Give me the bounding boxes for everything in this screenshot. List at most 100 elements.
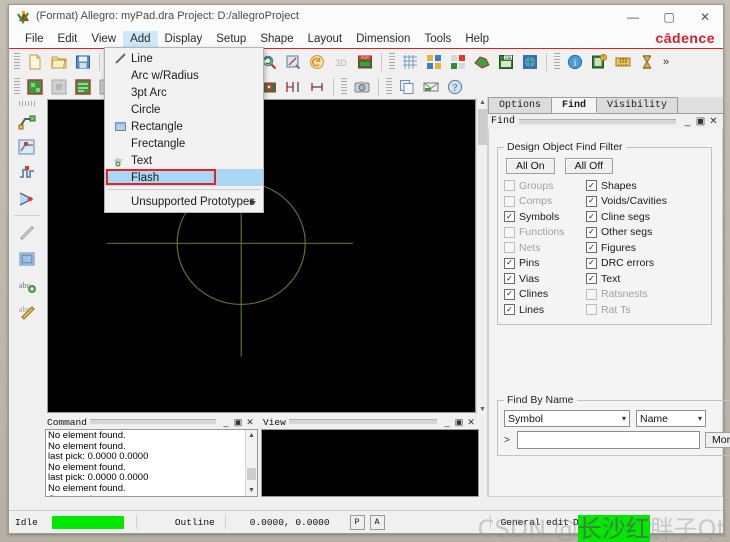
dim-vertical-icon[interactable] xyxy=(282,76,304,97)
copy-icon[interactable] xyxy=(396,76,418,97)
menu-tools[interactable]: Tools xyxy=(417,31,458,47)
menu-layout[interactable]: Layout xyxy=(301,31,350,47)
checkbox-figures[interactable]: ✓ Figures xyxy=(586,240,668,256)
menu-item-line[interactable]: Line xyxy=(105,50,263,67)
vertex-icon[interactable] xyxy=(14,186,40,211)
find-name-input[interactable] xyxy=(517,431,700,449)
subclass-icon[interactable] xyxy=(447,51,469,72)
checkbox-comps[interactable]: Comps xyxy=(504,194,586,210)
toolbar-grip[interactable] xyxy=(14,78,20,95)
undo-icon[interactable] xyxy=(306,51,328,72)
padstack-edit-icon[interactable] xyxy=(72,76,94,97)
view-dock-float[interactable]: ▣ xyxy=(453,417,465,428)
menu-add[interactable]: Add xyxy=(123,31,158,47)
redraw-icon[interactable] xyxy=(282,51,304,72)
checkbox-rat-ts[interactable]: Rat Ts xyxy=(586,302,668,318)
checkbox-cline-segs[interactable]: ✓ Cline segs xyxy=(586,209,668,225)
checkbox-symbols[interactable]: ✓ Symbols xyxy=(504,209,586,225)
shape-icon[interactable] xyxy=(471,51,493,72)
menu-item-arc-w-radius[interactable]: Arc w/Radius xyxy=(105,67,263,84)
color-visibility-icon[interactable] xyxy=(423,51,445,72)
command-prompt-line[interactable]: Command > xyxy=(48,494,244,496)
checkbox-functions[interactable]: Functions xyxy=(504,225,586,241)
menu-item-frectangle[interactable]: Frectangle xyxy=(105,135,263,152)
menu-item-text[interactable]: abc Text xyxy=(105,152,263,169)
scroll-down-arrow[interactable]: ▼ xyxy=(246,485,257,496)
toolbar-grip[interactable] xyxy=(386,78,392,95)
checkbox-pins[interactable]: ✓ Pins xyxy=(504,256,586,272)
measure-icon[interactable]: 123 xyxy=(612,51,634,72)
add-rectangle-icon[interactable] xyxy=(14,246,40,271)
menu-dimension[interactable]: Dimension xyxy=(349,31,417,47)
checkbox-nets[interactable]: Nets xyxy=(504,240,586,256)
all-off-button[interactable]: All Off xyxy=(564,158,613,174)
minimize-button[interactable]: — xyxy=(615,5,651,29)
view-dock-close[interactable]: ✕ xyxy=(465,417,477,428)
command-dock-minimize[interactable]: _ xyxy=(220,417,232,427)
find-dock-close[interactable]: ✕ xyxy=(707,116,720,127)
save-icon[interactable] xyxy=(72,51,94,72)
menu-help[interactable]: Help xyxy=(458,31,496,47)
view-dock-minimize[interactable]: _ xyxy=(441,417,453,427)
menu-item-rectangle[interactable]: Rectangle xyxy=(105,118,263,135)
checkbox-shapes[interactable]: ✓ Shapes xyxy=(586,178,668,194)
toolbar-overflow-button[interactable]: » xyxy=(659,56,673,68)
padstack-disabled-icon[interactable] xyxy=(48,76,70,97)
scroll-thumb[interactable] xyxy=(478,109,487,145)
menu-file[interactable]: File xyxy=(18,31,51,47)
toolbar-grip[interactable] xyxy=(389,53,395,70)
slide-icon[interactable] xyxy=(14,134,40,159)
mail-icon[interactable] xyxy=(420,76,442,97)
maximize-button[interactable]: ▢ xyxy=(651,5,687,29)
drc-icon[interactable]: ! xyxy=(588,51,610,72)
toolbar-grip[interactable] xyxy=(14,53,20,70)
all-on-button[interactable]: All On xyxy=(506,158,555,174)
toolbar-grip[interactable] xyxy=(341,78,347,95)
menu-edit[interactable]: Edit xyxy=(51,31,85,47)
help-icon[interactable]: ? xyxy=(444,76,466,97)
find-dock-float[interactable]: ▣ xyxy=(694,116,707,127)
add-connect-icon[interactable] xyxy=(14,108,40,133)
checkbox-other-segs[interactable]: ✓ Other segs xyxy=(586,225,668,241)
constraint-manager-icon[interactable]: CM xyxy=(495,51,517,72)
delay-tune-icon[interactable] xyxy=(14,160,40,185)
more-button[interactable]: More... xyxy=(705,432,730,448)
find-dock-minimize[interactable]: _ xyxy=(681,116,694,127)
scroll-up-arrow[interactable]: ▲ xyxy=(246,430,257,441)
menu-display[interactable]: Display xyxy=(158,31,210,47)
menu-shape[interactable]: Shape xyxy=(253,31,300,47)
checkbox-vias[interactable]: ✓ Vias xyxy=(504,271,586,287)
new-file-icon[interactable] xyxy=(24,51,46,72)
checkbox-groups[interactable]: Groups xyxy=(504,178,586,194)
scroll-thumb[interactable] xyxy=(247,468,256,480)
open-file-icon[interactable] xyxy=(48,51,70,72)
checkbox-clines[interactable]: ✓ Clines xyxy=(504,287,586,303)
dim-horizontal-icon[interactable] xyxy=(306,76,328,97)
menu-setup[interactable]: Setup xyxy=(209,31,253,47)
checkbox-lines[interactable]: ✓ Lines xyxy=(504,302,586,318)
tab-options[interactable]: Options xyxy=(488,97,553,113)
world-view-icon[interactable] xyxy=(519,51,541,72)
grid-toggle-icon[interactable] xyxy=(399,51,421,72)
checkbox-voids-cavities[interactable]: ✓ Voids/Cavities xyxy=(586,194,668,210)
snapshot-icon[interactable] xyxy=(351,76,373,97)
menu-item-3pt-arc[interactable]: 3pt Arc xyxy=(105,84,263,101)
edit-text-icon[interactable]: abc xyxy=(14,298,40,323)
object-type-select[interactable]: Symbol ▾ xyxy=(504,410,630,427)
add-line-icon[interactable] xyxy=(14,220,40,245)
toolbar-grip[interactable] xyxy=(554,53,560,70)
close-button[interactable]: ✕ xyxy=(687,5,723,29)
world-view-preview[interactable] xyxy=(261,429,479,497)
name-scope-select[interactable]: Name ▾ xyxy=(636,410,706,427)
view-3d-icon[interactable]: 3D xyxy=(330,51,352,72)
tab-visibility[interactable]: Visibility xyxy=(597,97,679,113)
status-key-a[interactable]: A xyxy=(369,514,385,530)
padstack-icon[interactable] xyxy=(24,76,46,97)
show-element-icon[interactable]: i xyxy=(564,51,586,72)
command-dock-close[interactable]: ✕ xyxy=(244,417,256,428)
tab-find[interactable]: Find xyxy=(552,97,598,113)
menu-item-flash[interactable]: Flash xyxy=(105,169,263,186)
command-dock-float[interactable]: ▣ xyxy=(232,417,244,428)
menu-item-circle[interactable]: Circle xyxy=(105,101,263,118)
menu-item-unsupported-prototypes[interactable]: Unsupported Prototypes ▶ xyxy=(105,193,263,210)
